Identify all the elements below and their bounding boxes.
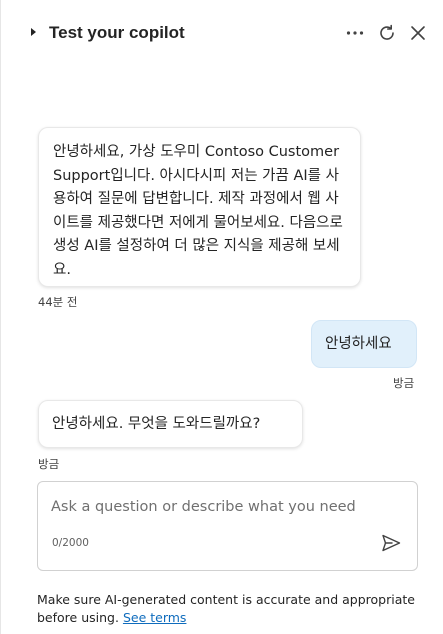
- message-timestamp: 44분 전: [38, 295, 78, 309]
- see-terms-link[interactable]: See terms: [123, 610, 187, 625]
- character-counter: 0/2000: [52, 537, 89, 549]
- disclaimer-text: Make sure AI-generated content is accura…: [37, 592, 415, 625]
- bot-message: 안녕하세요. 무엇을 도와드릴까요?: [38, 400, 303, 448]
- panel-header: Test your copilot: [1, 0, 443, 66]
- more-icon[interactable]: [344, 22, 366, 44]
- message-text: 안녕하세요. 무엇을 도와드릴까요?: [52, 416, 261, 432]
- panel-title: Test your copilot: [49, 23, 185, 42]
- close-icon[interactable]: [407, 22, 429, 44]
- chevron-right-icon[interactable]: [31, 28, 36, 36]
- send-icon[interactable]: [379, 531, 403, 555]
- message-composer: 0/2000: [37, 481, 418, 571]
- user-message: 안녕하세요: [311, 320, 417, 368]
- message-timestamp: 방금: [38, 457, 60, 471]
- refresh-icon[interactable]: [376, 22, 398, 44]
- copilot-test-panel: Test your copilot 안녕하세요, 가상 도우미 Contoso …: [0, 0, 443, 634]
- message-text: 안녕하세요: [325, 336, 392, 352]
- bot-message: 안녕하세요, 가상 도우미 Contoso Customer Support입니…: [38, 127, 361, 287]
- message-text: 안녕하세요, 가상 도우미 Contoso Customer Support입니…: [53, 144, 343, 278]
- message-input[interactable]: [51, 496, 391, 518]
- message-timestamp: 방금: [393, 376, 415, 390]
- ai-disclaimer: Make sure AI-generated content is accura…: [37, 591, 417, 627]
